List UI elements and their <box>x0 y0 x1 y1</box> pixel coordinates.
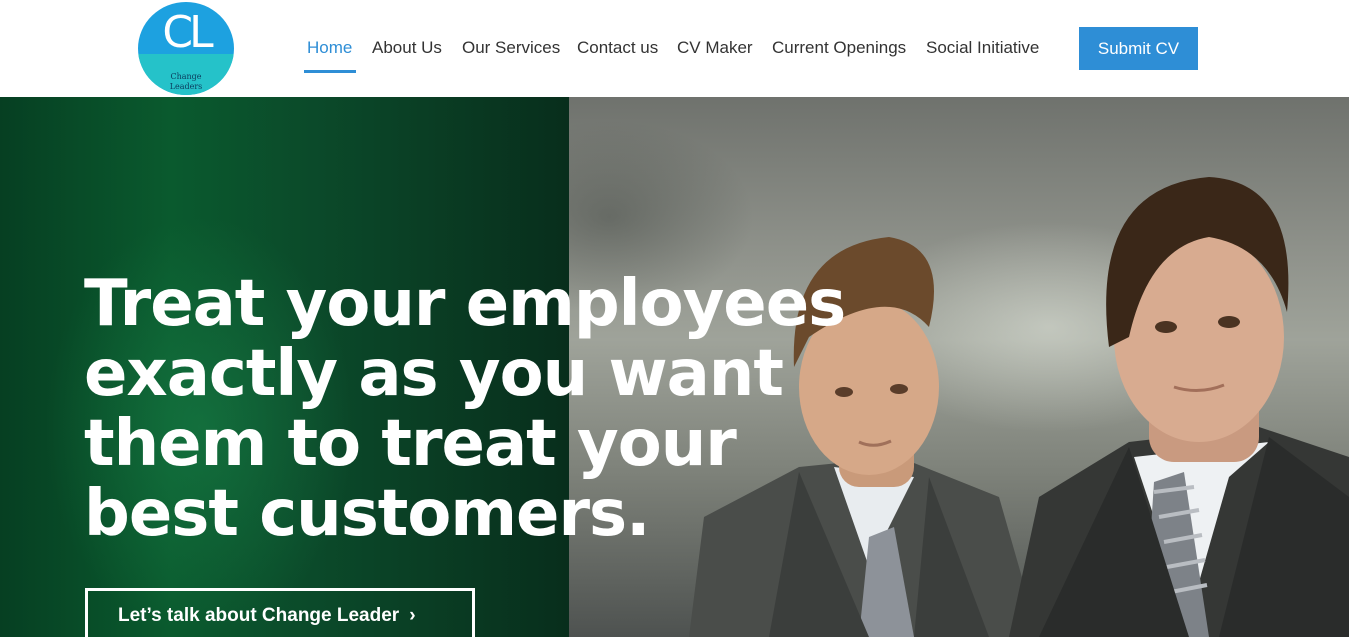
submit-cv-button[interactable]: Submit CV <box>1079 27 1198 70</box>
nav-social-initiative[interactable]: Social Initiative <box>926 38 1039 58</box>
nav-cv-maker[interactable]: CV Maker <box>677 38 753 58</box>
headline-line-2: exactly as you want <box>84 337 784 411</box>
headline-line-4: best customers. <box>84 477 650 551</box>
nav-our-services[interactable]: Our Services <box>462 38 560 58</box>
nav-home[interactable]: Home <box>307 38 352 58</box>
headline-line-3: them to treat your <box>84 407 737 481</box>
nav-contact-us[interactable]: Contact us <box>577 38 658 58</box>
site-header: CL Change Leaders Home About Us Our Serv… <box>0 0 1349 97</box>
nav-about-us[interactable]: About Us <box>372 38 442 58</box>
logo-subtitle-line1: Change <box>170 72 202 81</box>
nav-current-openings[interactable]: Current Openings <box>772 38 906 58</box>
change-leaders-logo[interactable]: CL Change Leaders <box>138 2 234 95</box>
nav-active-indicator <box>304 70 356 73</box>
right-man <box>1009 177 1349 637</box>
headline-line-1: Treat your employees <box>84 267 846 341</box>
logo-letters: CL <box>162 7 213 58</box>
hero-headline: Treat your employees exactly as you want… <box>84 267 846 551</box>
cta-label: Let’s talk about Change Leader <box>118 605 400 626</box>
hero-banner: Treat your employees exactly as you want… <box>0 97 1349 637</box>
chevron-right-icon: › <box>409 605 416 626</box>
talk-about-change-leader-button[interactable]: Let’s talk about Change Leader › <box>85 588 475 637</box>
logo-subtitle-line2: Leaders <box>169 82 203 91</box>
